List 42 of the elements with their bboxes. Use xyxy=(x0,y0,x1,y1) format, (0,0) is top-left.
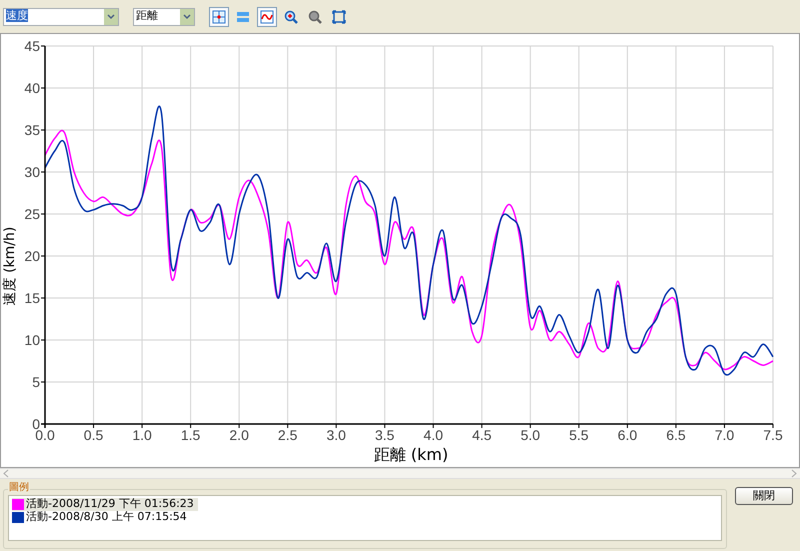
x-tick-label: 4.0 xyxy=(424,427,443,443)
y-tick-label: 10 xyxy=(24,332,40,348)
wave-button[interactable] xyxy=(257,6,277,26)
x-tick-label: 3.0 xyxy=(326,427,346,443)
legend-item[interactable]: 活動-2008/11/29 下午 01:56:23 xyxy=(12,498,198,511)
y-tick-label: 15 xyxy=(24,290,40,306)
x-axis-dropdown[interactable]: 距離 xyxy=(133,8,195,26)
scroll-left-icon[interactable] xyxy=(2,469,10,478)
wave-icon xyxy=(259,8,275,24)
x-tick-label: 2.5 xyxy=(278,427,298,443)
y-tick-label: 40 xyxy=(24,80,40,96)
scroll-right-icon[interactable] xyxy=(790,469,798,478)
legend-item[interactable]: 活動-2008/8/30 上午 07:15:54 xyxy=(12,511,191,524)
crosshair-button[interactable] xyxy=(209,6,229,26)
y-tick-label: 45 xyxy=(24,38,40,54)
zoom-in-icon xyxy=(283,8,299,24)
y-tick-label: 30 xyxy=(24,164,40,180)
legend-title: 圖例 xyxy=(8,482,30,494)
x-tick-label: 6.0 xyxy=(618,427,638,443)
crosshair-icon xyxy=(211,8,227,24)
x-tick-label: 7.0 xyxy=(714,427,734,443)
x-tick-label: 4.5 xyxy=(472,427,492,443)
x-tick-label: 6.5 xyxy=(666,427,686,443)
y-tick-label: 5 xyxy=(32,374,40,390)
y-tick-label: 20 xyxy=(24,248,40,264)
x-tick-label: 1.5 xyxy=(180,427,200,443)
x-tick-label: 7.5 xyxy=(763,427,783,443)
y-axis-title: 速度 (km/h) xyxy=(2,226,18,306)
zoom-out-icon xyxy=(307,8,323,24)
fit-to-window-icon xyxy=(331,8,347,24)
y-tick-label: 35 xyxy=(24,122,40,138)
x-tick-label: 5.5 xyxy=(569,427,589,443)
x-tick-label: 2.0 xyxy=(229,427,249,443)
horizontal-scrollbar[interactable] xyxy=(0,468,800,479)
x-tick-label: 1.0 xyxy=(132,427,152,443)
x-axis-title: 距離 (km) xyxy=(374,445,448,464)
close-button[interactable]: 關閉 xyxy=(735,487,793,505)
y-axis-dropdown[interactable]: 速度 xyxy=(3,8,119,26)
y-tick-label: 25 xyxy=(24,206,40,222)
x-tick-label: 0.5 xyxy=(84,427,104,443)
x-tick-label: 5.0 xyxy=(520,427,540,443)
x-tick-label: 3.5 xyxy=(375,427,394,443)
